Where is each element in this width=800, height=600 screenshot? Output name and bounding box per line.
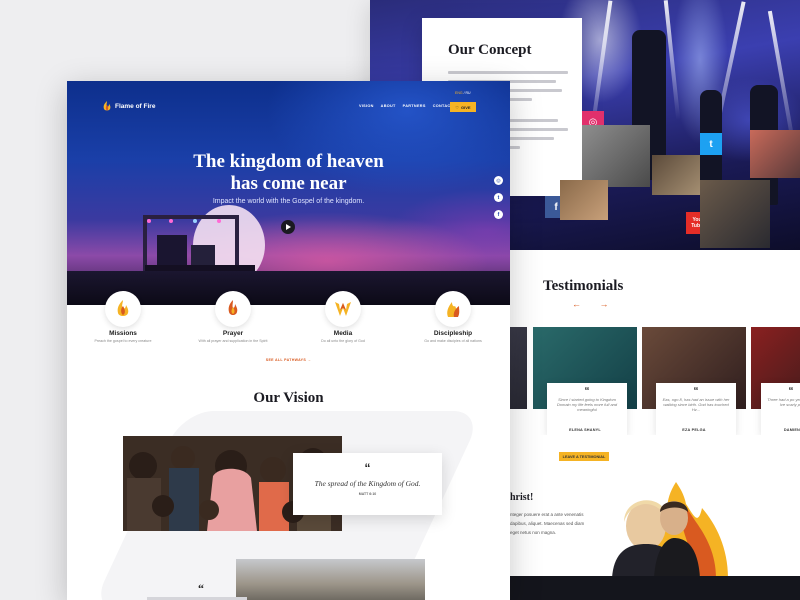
testimonial-name: ELENA SHANYL bbox=[569, 428, 601, 432]
ministry-desc: Do all unto the glory of God bbox=[321, 339, 365, 343]
leave-testimonial-button[interactable]: LEAVE A TESTIMONIAL bbox=[559, 452, 609, 461]
twitter-icon[interactable]: t bbox=[494, 193, 503, 202]
ministry-title: Missions bbox=[109, 330, 137, 337]
give-button[interactable]: ♡ GIVE bbox=[450, 102, 476, 112]
main-nav: VISION ABOUT PARTNERS CONTACT bbox=[359, 104, 453, 108]
vision-title: Our Vision bbox=[253, 390, 324, 406]
group-photo bbox=[652, 155, 700, 195]
testimonial-card: “ Eas, ogo 8, has had an issue with her … bbox=[642, 327, 746, 435]
hero-section: Flame of Fire ENG / RU VISION ABOUT PART… bbox=[67, 81, 510, 305]
missions-flame-icon bbox=[105, 291, 141, 327]
concept-title: Our Concept bbox=[448, 42, 532, 58]
hero-subtitle: Impact the world with the Gospel of the … bbox=[212, 198, 365, 205]
hero-title: The kingdom of heaven has come near bbox=[67, 151, 510, 195]
nav-about[interactable]: ABOUT bbox=[381, 104, 396, 108]
ministry-title: Discipleship bbox=[433, 330, 473, 337]
testimonial-name: DAMIEN bbox=[783, 428, 800, 432]
crowd-photo bbox=[560, 180, 608, 220]
see-all-link[interactable]: SEE ALL PATHWAYS → bbox=[67, 358, 510, 362]
vision-quote: The spread of the Kingdom of God. bbox=[314, 479, 421, 488]
lang-active[interactable]: ENG bbox=[455, 91, 463, 95]
prayer-flame-icon bbox=[215, 291, 251, 327]
testimonial-card bbox=[510, 327, 527, 435]
ministry-discipleship[interactable]: Discipleship Go and make disciples of al… bbox=[398, 291, 508, 343]
hero-title-line1: The kingdom of heaven bbox=[193, 151, 384, 172]
testimonial-arrows[interactable]: ← → bbox=[572, 299, 617, 309]
lang-other[interactable]: RU bbox=[466, 91, 471, 95]
discipleship-flame-icon bbox=[435, 291, 471, 327]
ministry-title: Prayer bbox=[222, 330, 244, 337]
facebook-icon[interactable]: f bbox=[494, 210, 503, 219]
play-video-button[interactable] bbox=[281, 220, 295, 234]
ministry-prayer[interactable]: Prayer With all prayer and supplication … bbox=[178, 291, 288, 343]
people-photo bbox=[750, 130, 800, 178]
logo-text: Flame of Fire bbox=[115, 103, 156, 110]
ministry-desc: Go and make disciples of all nations bbox=[424, 339, 482, 343]
language-switcher[interactable]: ENG / RU bbox=[455, 91, 471, 95]
play-icon bbox=[286, 224, 291, 230]
give-label: GIVE bbox=[461, 104, 471, 110]
nav-partners[interactable]: PARTNERS bbox=[403, 104, 426, 108]
back-footer bbox=[510, 576, 800, 600]
pastors-photo bbox=[612, 482, 728, 578]
vision-quote-ref: MATT 6:10 bbox=[358, 492, 377, 496]
flame-logo-icon bbox=[103, 101, 111, 111]
logo[interactable]: Flame of Fire bbox=[102, 101, 155, 112]
testimonials-title: Testimonials bbox=[543, 278, 624, 294]
worship-photo bbox=[582, 125, 650, 187]
testimonial-card: “ Three had a po years, now Ive scarly p… bbox=[751, 327, 800, 435]
vision-quote-card: “ The spread of the Kingdom of God. MATT… bbox=[293, 453, 442, 515]
instagram-icon[interactable]: ◎ bbox=[494, 176, 503, 185]
nav-vision[interactable]: VISION bbox=[359, 104, 374, 108]
media-flame-icon bbox=[325, 291, 361, 327]
front-page: Flame of Fire ENG / RU VISION ABOUT PART… bbox=[67, 81, 510, 600]
ministry-media[interactable]: Media Do all unto the glory of God bbox=[288, 291, 398, 343]
ministries-section: Missions Preach the gospel to every crea… bbox=[67, 291, 510, 353]
quote-icon: “ bbox=[198, 581, 204, 595]
testimonial-name: EZA PELGA bbox=[682, 428, 706, 432]
concert-stage-image bbox=[143, 205, 265, 281]
twitter-icon[interactable]: t bbox=[700, 133, 722, 155]
ministry-desc: With all prayer and supplication in the … bbox=[198, 339, 268, 343]
heart-icon: ♡ bbox=[455, 104, 460, 110]
christ-text: nteger posuere erat a ante venenatis dap… bbox=[510, 512, 585, 535]
city-photo bbox=[236, 559, 425, 600]
preaching-photo bbox=[700, 180, 770, 248]
testimonial-card: “ Since I started going to Kingdom Domai… bbox=[533, 327, 637, 435]
ministry-title: Media bbox=[333, 330, 353, 337]
quote-icon: “ bbox=[364, 461, 371, 475]
hero-title-line2: has come near bbox=[230, 173, 347, 194]
christ-title: hrist! bbox=[510, 492, 534, 503]
ministry-missions[interactable]: Missions Preach the gospel to every crea… bbox=[68, 291, 178, 343]
ministry-desc: Preach the gospel to every creature bbox=[94, 339, 152, 343]
